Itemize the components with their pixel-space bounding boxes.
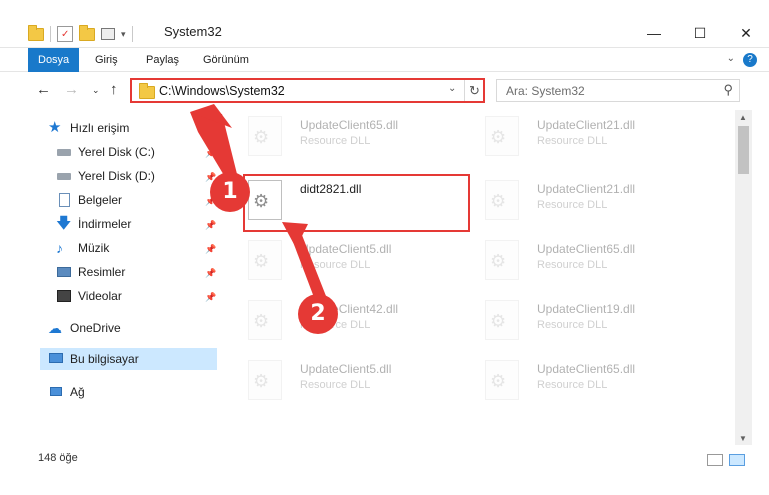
step-badge-1: 1 <box>210 172 250 212</box>
annotation-arrows <box>190 104 326 300</box>
step-badge-2: 2 <box>298 294 338 334</box>
